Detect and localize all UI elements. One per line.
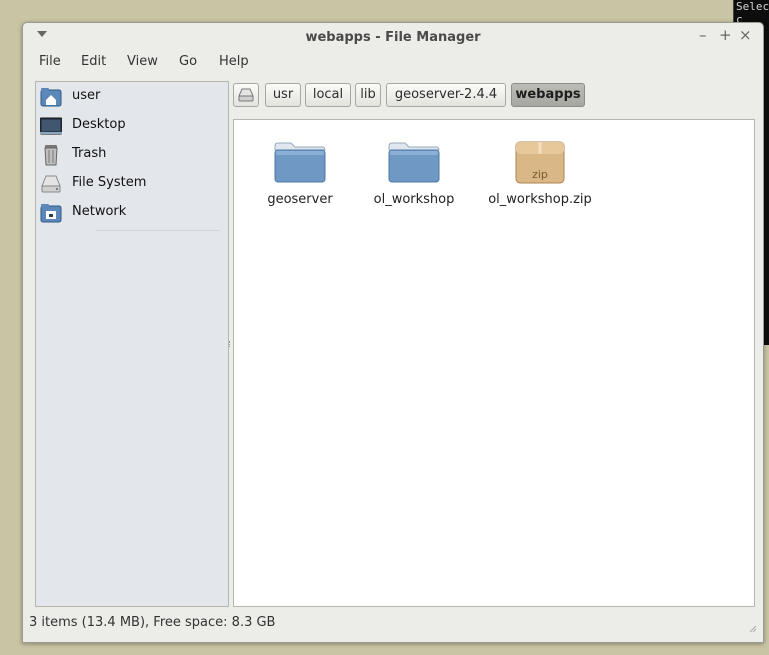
sidebar-item-label: Network xyxy=(72,204,127,219)
folder-icon xyxy=(388,142,440,183)
pane-resize-handle[interactable] xyxy=(229,341,232,347)
menu-edit[interactable]: Edit xyxy=(81,54,106,69)
home-folder-icon xyxy=(40,88,62,107)
folder-icon xyxy=(274,142,326,183)
menu-bar: File Edit View Go Help xyxy=(23,51,763,73)
file-item-ol-workshop-zip[interactable]: zip ol_workshop.zip xyxy=(480,134,600,214)
maximize-button[interactable]: + xyxy=(719,28,732,43)
sidebar-item-user[interactable]: user xyxy=(40,85,224,109)
file-item-ol-workshop[interactable]: ol_workshop xyxy=(354,134,474,214)
file-name: geoserver xyxy=(267,192,333,207)
sidebar: user Desktop Trash File System Network xyxy=(35,81,229,607)
drive-icon xyxy=(41,175,61,193)
status-bar: 3 items (13.4 MB), Free space: 8.3 GB xyxy=(23,615,763,637)
title-bar[interactable]: webapps - File Manager – + × xyxy=(23,23,763,51)
breadcrumb-lib[interactable]: lib xyxy=(355,83,381,107)
file-name: ol_workshop.zip xyxy=(488,192,592,207)
file-name: ol_workshop xyxy=(373,192,455,207)
sidebar-item-label: Desktop xyxy=(72,117,126,132)
trash-icon xyxy=(44,145,58,166)
file-item-geoserver[interactable]: geoserver xyxy=(240,134,360,214)
sidebar-item-desktop[interactable]: Desktop xyxy=(40,114,224,138)
menu-view[interactable]: View xyxy=(127,54,158,69)
close-button[interactable]: × xyxy=(739,28,752,43)
breadcrumb-webapps[interactable]: webapps xyxy=(511,83,585,107)
file-view[interactable]: geoserver ol_workshop zip ol_workshop.zi… xyxy=(233,119,755,607)
terminal-line: Selec xyxy=(736,0,769,13)
menu-file[interactable]: File xyxy=(39,54,61,69)
menu-go[interactable]: Go xyxy=(179,54,197,69)
desktop-icon xyxy=(40,117,62,135)
breadcrumb-root[interactable] xyxy=(233,83,259,107)
breadcrumb-geoserver[interactable]: geoserver-2.4.4 xyxy=(386,83,506,107)
breadcrumb-local[interactable]: local xyxy=(305,83,351,107)
sidebar-divider xyxy=(96,230,220,231)
window-title: webapps - File Manager xyxy=(305,30,481,45)
sidebar-item-label: user xyxy=(72,88,101,103)
breadcrumb-usr[interactable]: usr xyxy=(265,83,301,107)
sidebar-item-network[interactable]: Network xyxy=(40,201,224,225)
resize-grip-icon[interactable] xyxy=(748,624,757,633)
zip-badge: zip xyxy=(532,168,548,181)
menu-help[interactable]: Help xyxy=(219,54,249,69)
breadcrumb: usr local lib geoserver-2.4.4 webapps xyxy=(233,83,751,111)
status-text: 3 items (13.4 MB), Free space: 8.3 GB xyxy=(29,615,276,630)
file-manager-window: webapps - File Manager – + × File Edit V… xyxy=(22,22,764,643)
root-drive-icon xyxy=(238,88,254,102)
network-icon xyxy=(40,204,62,223)
sidebar-item-trash[interactable]: Trash xyxy=(40,143,224,167)
sidebar-item-file-system[interactable]: File System xyxy=(40,172,224,196)
minimize-button[interactable]: – xyxy=(699,28,707,43)
sidebar-item-label: Trash xyxy=(72,146,107,161)
sidebar-item-label: File System xyxy=(72,175,147,190)
